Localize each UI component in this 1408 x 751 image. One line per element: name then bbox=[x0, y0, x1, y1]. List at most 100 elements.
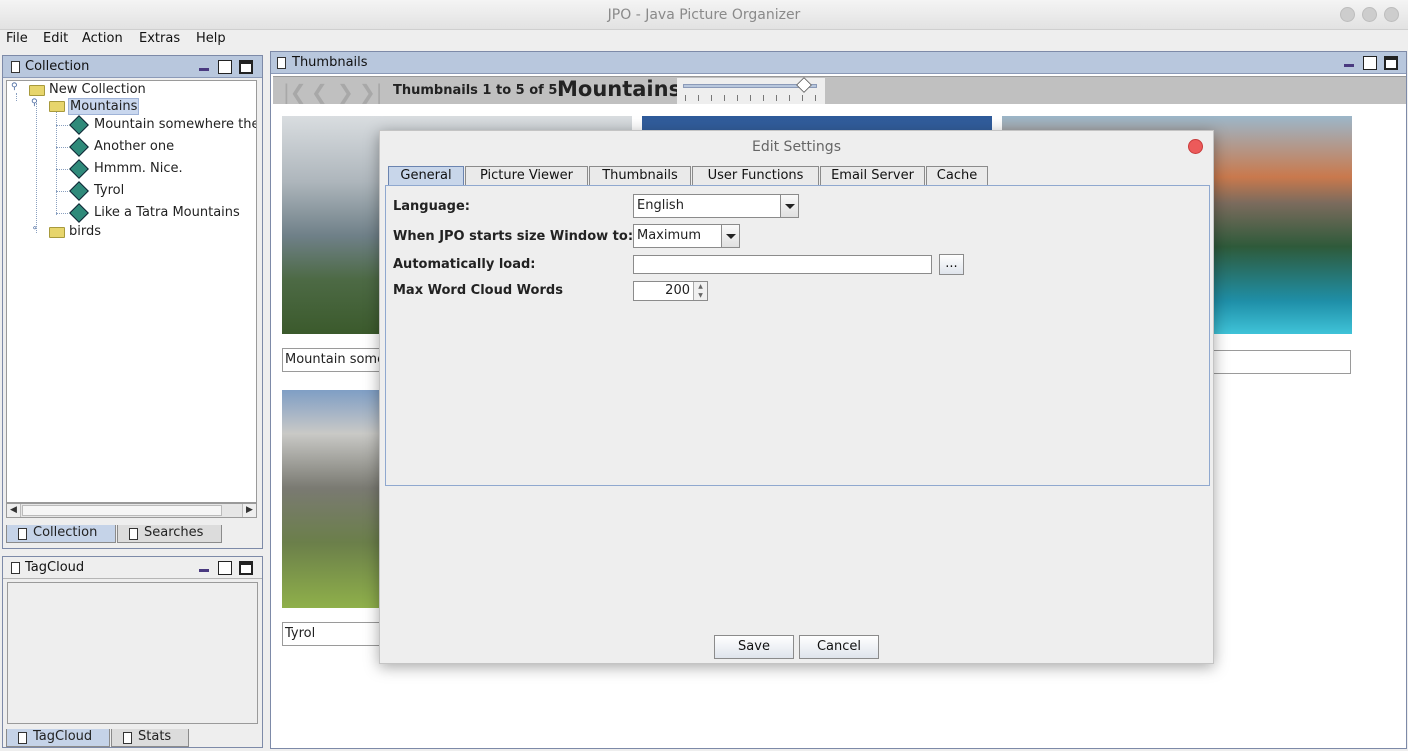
wordcloud-value: 200 bbox=[665, 283, 690, 298]
tab-general[interactable]: General bbox=[388, 166, 464, 185]
tree-node-label: Like a Tatra Mountains bbox=[94, 205, 240, 220]
minimize-icon[interactable] bbox=[199, 60, 209, 71]
caption-field[interactable]: Tyrol bbox=[282, 622, 382, 646]
folder-icon bbox=[49, 227, 65, 238]
tagcloud-area bbox=[7, 582, 258, 724]
wordcloud-label: Max Word Cloud Words bbox=[393, 283, 563, 298]
collection-tree: ⚲ New Collection ⚲ Mountains Mountain so… bbox=[6, 80, 257, 503]
close-window-button[interactable] bbox=[1384, 7, 1399, 22]
maximize-icon[interactable] bbox=[239, 60, 253, 74]
tab-cache[interactable]: Cache bbox=[926, 166, 988, 185]
scroll-thumb[interactable] bbox=[22, 505, 222, 516]
tree-horizontal-scrollbar[interactable]: ◀ ▶ bbox=[6, 503, 257, 518]
wordcloud-spinner[interactable]: 200 ▲ ▼ bbox=[633, 281, 708, 301]
autoload-label: Automatically load: bbox=[393, 257, 536, 272]
tree-node-label: birds bbox=[69, 224, 102, 239]
scroll-right-icon[interactable]: ▶ bbox=[242, 504, 256, 517]
language-combo[interactable]: English bbox=[633, 194, 799, 218]
tagcloud-panel: TagCloud bbox=[2, 556, 263, 748]
document-icon bbox=[11, 61, 20, 73]
document-icon bbox=[18, 528, 27, 540]
tab-label: Collection bbox=[33, 525, 98, 540]
startsize-label: When JPO starts size Window to: bbox=[393, 229, 634, 244]
menu-edit[interactable]: Edit bbox=[43, 31, 68, 46]
collection-panel-header: Collection bbox=[3, 56, 262, 78]
tab-email-server[interactable]: Email Server bbox=[820, 166, 925, 185]
menu-action[interactable]: Action bbox=[82, 31, 123, 46]
tab-searches[interactable]: Searches bbox=[117, 525, 222, 543]
thumbnails-toolbar: |❮ ❮ ❯ ❯| Thumbnails 1 to 5 of 5 Mountai… bbox=[273, 76, 1406, 104]
thumbnails-status: Thumbnails 1 to 5 of 5 bbox=[393, 83, 558, 98]
restore-icon[interactable] bbox=[1363, 56, 1377, 70]
tab-stats[interactable]: Stats bbox=[111, 729, 189, 747]
save-button[interactable]: Save bbox=[714, 635, 794, 659]
menu-file[interactable]: File bbox=[6, 31, 28, 46]
tagcloud-panel-title: TagCloud bbox=[25, 560, 85, 575]
tree-node-picture[interactable]: Like a Tatra Mountains bbox=[69, 203, 256, 223]
tab-tagcloud[interactable]: TagCloud bbox=[6, 729, 110, 747]
restore-icon[interactable] bbox=[218, 561, 232, 575]
tab-thumbnails[interactable]: Thumbnails bbox=[589, 166, 691, 185]
tree-node-picture[interactable]: Another one bbox=[69, 137, 256, 157]
thumbnail-size-slider[interactable] bbox=[677, 77, 825, 104]
edit-settings-dialog: Edit Settings General Picture Viewer Thu… bbox=[379, 130, 1214, 664]
tree-node-picture[interactable]: Mountain somewhere ther bbox=[69, 115, 257, 135]
tree-node-label: Mountains bbox=[68, 98, 140, 115]
picture-icon bbox=[69, 181, 89, 201]
minimize-window-button[interactable] bbox=[1340, 7, 1355, 22]
slider-thumb[interactable] bbox=[795, 77, 812, 93]
browse-button[interactable]: ... bbox=[939, 254, 964, 275]
close-dialog-button[interactable] bbox=[1188, 139, 1203, 154]
group-name: Mountains bbox=[557, 77, 682, 101]
thumbnail-image[interactable] bbox=[282, 390, 382, 608]
tab-collection[interactable]: Collection bbox=[6, 525, 116, 543]
spinner-down-icon[interactable]: ▼ bbox=[693, 291, 707, 300]
tab-label: Stats bbox=[138, 729, 172, 744]
minimize-icon[interactable] bbox=[199, 561, 209, 572]
window-titlebar: JPO - Java Picture Organizer bbox=[0, 0, 1408, 30]
document-icon bbox=[123, 732, 132, 744]
maximize-icon[interactable] bbox=[1384, 56, 1398, 70]
menu-help[interactable]: Help bbox=[196, 31, 226, 46]
restore-icon[interactable] bbox=[218, 60, 232, 74]
slider-ticks bbox=[685, 95, 817, 101]
thumbnails-panel-header: Thumbnails bbox=[271, 52, 1406, 74]
cancel-button[interactable]: Cancel bbox=[799, 635, 879, 659]
tree-node-label: Another one bbox=[94, 139, 175, 154]
tree-node-picture[interactable]: Hmmm. Nice. bbox=[69, 159, 256, 179]
language-label: Language: bbox=[393, 199, 470, 214]
tree-node-label: Mountain somewhere ther bbox=[94, 117, 257, 132]
tab-label: Searches bbox=[144, 525, 204, 540]
chevron-down-icon[interactable] bbox=[721, 225, 739, 247]
collection-panel-title: Collection bbox=[25, 59, 90, 74]
previous-page-icon[interactable]: ❮ bbox=[311, 80, 328, 104]
maximize-window-button[interactable] bbox=[1362, 7, 1377, 22]
tree-node-picture[interactable]: Tyrol bbox=[69, 181, 256, 201]
document-icon bbox=[18, 732, 27, 744]
document-icon bbox=[11, 562, 20, 574]
autoload-field[interactable] bbox=[633, 255, 932, 274]
minimize-icon[interactable] bbox=[1344, 56, 1354, 67]
last-page-icon[interactable]: ❯| bbox=[359, 80, 383, 104]
spinner-up-icon[interactable]: ▲ bbox=[693, 282, 707, 291]
chevron-down-icon[interactable] bbox=[780, 195, 798, 217]
startsize-combo[interactable]: Maximum bbox=[633, 224, 740, 248]
window-title: JPO - Java Picture Organizer bbox=[607, 7, 801, 23]
maximize-icon[interactable] bbox=[239, 561, 253, 575]
document-icon bbox=[277, 57, 286, 69]
menubar: File Edit Action Extras Help bbox=[0, 30, 1408, 50]
next-page-icon[interactable]: ❯ bbox=[337, 80, 354, 104]
folder-open-icon bbox=[29, 85, 45, 96]
tree-node-label: Tyrol bbox=[94, 183, 125, 198]
tree-node-label: New Collection bbox=[49, 82, 146, 97]
picture-icon bbox=[69, 137, 89, 157]
picture-icon bbox=[69, 203, 89, 223]
first-page-icon[interactable]: |❮ bbox=[283, 80, 307, 104]
tagcloud-panel-header: TagCloud bbox=[3, 557, 262, 579]
thumbnails-panel-title: Thumbnails bbox=[292, 55, 368, 70]
picture-icon bbox=[69, 115, 89, 135]
scroll-left-icon[interactable]: ◀ bbox=[7, 504, 21, 517]
menu-extras[interactable]: Extras bbox=[139, 31, 180, 46]
tab-user-functions[interactable]: User Functions bbox=[692, 166, 819, 185]
tab-picture-viewer[interactable]: Picture Viewer bbox=[465, 166, 588, 185]
